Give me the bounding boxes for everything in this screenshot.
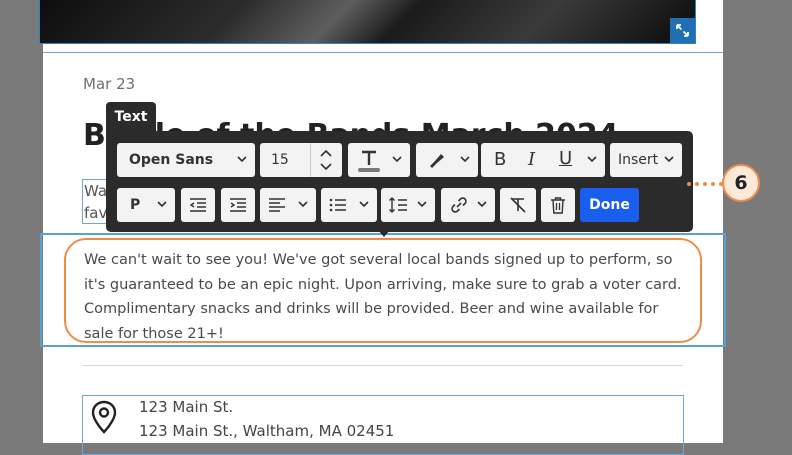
chevron-down-icon xyxy=(664,156,674,163)
text-color-icon xyxy=(358,150,380,172)
highlighter-icon xyxy=(430,154,444,168)
font-family-value: Open Sans xyxy=(129,152,214,168)
section-divider xyxy=(43,52,723,53)
line-height-dropdown[interactable] xyxy=(381,188,435,222)
post-date: Mar 23 xyxy=(83,75,136,93)
chevron-down-icon xyxy=(417,201,427,208)
align-left-icon xyxy=(269,198,285,212)
underline-icon[interactable]: U xyxy=(559,148,572,169)
delete-button[interactable] xyxy=(541,188,575,222)
address-block[interactable]: 123 Main St. 123 Main St., Waltham, MA 0… xyxy=(82,395,684,455)
toolbar-label: Text xyxy=(106,102,156,132)
expand-icon[interactable] xyxy=(670,18,695,43)
indent-icon xyxy=(230,198,246,212)
done-button[interactable]: Done xyxy=(580,188,639,222)
location-pin-icon xyxy=(91,400,117,434)
chevron-up-icon[interactable] xyxy=(320,149,332,157)
chevron-down-icon[interactable] xyxy=(320,163,332,171)
chevron-down-icon[interactable] xyxy=(587,156,597,163)
bold-icon[interactable]: B xyxy=(494,149,506,170)
text-block[interactable]: We can't wait to see you! We've got seve… xyxy=(64,238,702,343)
chevron-down-icon xyxy=(157,201,167,208)
font-size-stepper[interactable]: 15 xyxy=(260,143,342,177)
font-size-value: 15 xyxy=(271,152,289,168)
insert-dropdown[interactable]: Insert xyxy=(610,143,682,177)
chevron-down-icon xyxy=(237,156,247,163)
trash-icon xyxy=(551,197,565,214)
chevron-down-icon xyxy=(298,201,308,208)
line-height-icon xyxy=(389,197,407,213)
chevron-down-icon xyxy=(460,156,470,163)
toolbar-pointer xyxy=(378,230,390,237)
align-dropdown[interactable] xyxy=(260,188,316,222)
clear-format-button[interactable] xyxy=(500,188,536,222)
italic-icon[interactable]: I xyxy=(528,149,535,170)
indent-button[interactable] xyxy=(221,188,255,222)
list-dropdown[interactable] xyxy=(321,188,377,222)
insert-label: Insert xyxy=(618,152,659,168)
font-family-select[interactable]: Open Sans xyxy=(117,143,255,177)
bulleted-list-icon xyxy=(329,198,346,212)
link-dropdown[interactable] xyxy=(441,188,495,222)
highlight-button[interactable] xyxy=(416,143,478,177)
clear-format-icon xyxy=(510,197,526,213)
outdent-icon xyxy=(189,198,206,212)
address-line-2: 123 Main St., Waltham, MA 02451 xyxy=(139,422,395,440)
hero-image[interactable] xyxy=(39,0,696,44)
text-toolbar: Open Sans 15 B I U Insert P Done xyxy=(106,131,693,232)
text-style-group: B I U xyxy=(481,143,605,177)
content-divider xyxy=(83,365,683,366)
callout-connector xyxy=(687,182,723,186)
callout-number: 6 xyxy=(722,164,760,202)
text-color-button[interactable] xyxy=(348,143,410,177)
chevron-down-icon xyxy=(359,201,369,208)
chevron-down-icon xyxy=(477,201,487,208)
address-line-1: 123 Main St. xyxy=(139,398,234,416)
paragraph-style-value: P xyxy=(130,197,141,213)
link-icon xyxy=(451,197,467,213)
chevron-down-icon xyxy=(392,156,402,163)
paragraph-style-select[interactable]: P xyxy=(117,188,175,222)
outdent-button[interactable] xyxy=(181,188,215,222)
